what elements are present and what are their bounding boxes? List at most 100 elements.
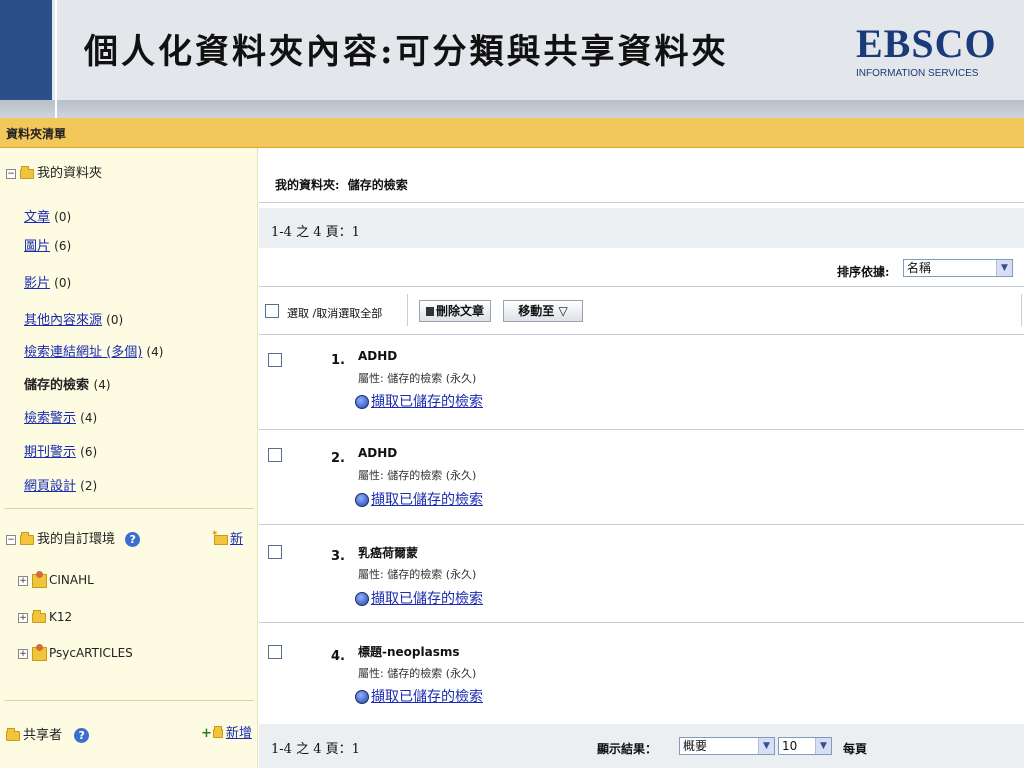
page: 個人化資料夾內容:可分類與共享資料夾 EBSCO INFORMATION SER… [0, 0, 1024, 768]
delete-articles-button[interactable]: 刪除文章 [419, 300, 491, 322]
sidebar-item-label[interactable]: 文章 [24, 210, 50, 225]
new-custom-folder-link[interactable]: 新 [211, 528, 243, 548]
shared-label: 共享者 [23, 728, 63, 743]
sidebar-item-count: (6) [80, 445, 98, 459]
add-shared-label[interactable]: 新增 [226, 726, 252, 741]
sidebar-divider [4, 700, 254, 701]
globe-icon [355, 493, 369, 507]
retrieve-saved-search-link[interactable]: 擷取已儲存的檢索 [355, 686, 483, 706]
add-shared-link[interactable]: + 新增 [201, 722, 252, 741]
globe-icon [355, 592, 369, 606]
sidebar-item-label[interactable]: 其他內容來源 [24, 313, 102, 328]
collapse-toggle-icon[interactable]: − [6, 534, 16, 545]
item-title[interactable]: ADHD [358, 349, 397, 363]
item-attribute: 屬性: 儲存的檢索 (永久) [358, 469, 477, 482]
item-checkbox[interactable] [268, 645, 282, 659]
delete-icon [425, 307, 434, 316]
collapse-toggle-icon[interactable]: − [6, 168, 16, 179]
sort-select[interactable]: 名稱 ▼ [903, 259, 1013, 277]
sidebar-item-label[interactable]: 期刊警示 [24, 445, 76, 460]
breadcrumb: 我的資料夾: 儲存的檢索 [275, 176, 408, 193]
item-number: 1. [331, 353, 345, 368]
tree-node-label: PsycARTICLES [49, 646, 133, 660]
sort-label: 排序依據: [837, 265, 890, 279]
item-number: 3. [331, 549, 345, 564]
folder-list-title: 資料夾清單 [6, 127, 67, 141]
select-all-checkbox[interactable] [265, 304, 279, 318]
accent-block [0, 0, 52, 100]
folder-icon [20, 531, 34, 545]
tree-node-psycarticles[interactable]: + PsycARTICLES [18, 643, 133, 661]
shared-node[interactable]: 共享者 ? [6, 724, 90, 743]
new-folder-icon [211, 529, 228, 545]
help-icon[interactable]: ? [125, 532, 141, 547]
sidebar-item-label: 儲存的檢索 [24, 378, 90, 393]
sidebar-item-images[interactable]: 圖片 (6) [24, 235, 71, 254]
sidebar-item-label[interactable]: 網頁設計 [24, 479, 76, 494]
new-folder-label[interactable]: 新 [230, 532, 243, 547]
retrieve-saved-search-link[interactable]: 擷取已儲存的檢索 [355, 588, 483, 608]
display-results-label: 顯示結果： [597, 742, 658, 756]
sidebar-item-saved-searches[interactable]: 儲存的檢索 (4) [24, 374, 111, 393]
item-number: 2. [331, 451, 345, 466]
slide-title: 個人化資料夾內容:可分類與共享資料夾 [84, 32, 729, 72]
folder-content: 我的資料夾: 儲存的檢索 1-4 之 4 頁：1 排序依據: 名稱 ▼ 選取 /… [259, 148, 1024, 768]
sidebar-item-articles[interactable]: 文章 (0) [24, 206, 71, 225]
display-format-value: 概要 [683, 739, 708, 753]
item-title[interactable]: 乳癌荷爾蒙 [358, 544, 418, 561]
retrieve-saved-search-link[interactable]: 擷取已儲存的檢索 [355, 391, 483, 411]
per-page-select[interactable]: 10 ▼ [778, 737, 832, 755]
sidebar-item-count: (4) [80, 411, 98, 425]
my-folder-label: 我的資料夾 [37, 166, 103, 181]
divider [259, 286, 1024, 287]
folder-icon [32, 609, 46, 623]
dropdown-arrow-icon: ▼ [758, 738, 774, 754]
folder-icon [6, 727, 20, 741]
retrieve-saved-search-link[interactable]: 擷取已儲存的檢索 [355, 489, 483, 509]
expand-toggle-icon[interactable]: + [18, 648, 28, 659]
custom-env-node[interactable]: − 我的自訂環境 ? [6, 528, 141, 547]
item-title[interactable]: ADHD [358, 446, 397, 460]
tree-node-cinahl[interactable]: + CINAHL [18, 570, 94, 588]
toolbar-divider [1021, 294, 1022, 326]
sidebar-item-count: (2) [80, 479, 98, 493]
per-page-label: 每頁 [843, 742, 868, 756]
add-icon: + [201, 726, 212, 741]
expand-toggle-icon[interactable]: + [18, 612, 28, 623]
custom-env-label: 我的自訂環境 [37, 532, 116, 547]
help-icon[interactable]: ? [74, 728, 90, 743]
sidebar-item-journal-alerts[interactable]: 期刊警示 (6) [24, 441, 97, 460]
item-title[interactable]: 標題-neoplasms [358, 643, 460, 660]
tree-node-k12[interactable]: + K12 [18, 609, 73, 624]
sidebar-item-label[interactable]: 檢索連結網址 (多個) [24, 345, 142, 360]
sidebar-item-label[interactable]: 圖片 [24, 239, 50, 254]
tree-node-label: K12 [49, 610, 73, 624]
display-format-select[interactable]: 概要 ▼ [679, 737, 775, 755]
move-to-button[interactable]: 移動至 ▽ [503, 300, 583, 322]
folder-list-bar: 資料夾清單 [0, 118, 1024, 148]
item-checkbox[interactable] [268, 545, 282, 559]
sidebar-item-label[interactable]: 檢索警示 [24, 411, 76, 426]
item-attribute: 屬性: 儲存的檢索 (永久) [358, 568, 477, 581]
select-all-label[interactable]: 選取 /取消選取全部 [287, 305, 382, 321]
sidebar-item-videos[interactable]: 影片 (0) [24, 272, 71, 291]
sidebar-item-count: (0) [54, 276, 72, 290]
sort-select-value: 名稱 [907, 261, 932, 275]
my-folder-node[interactable]: − 我的資料夾 [6, 162, 102, 181]
item-checkbox[interactable] [268, 353, 282, 367]
sidebar-item-label[interactable]: 影片 [24, 276, 50, 291]
folder-icon [20, 165, 34, 179]
divider [259, 622, 1024, 623]
breadcrumb-label: 我的資料夾: [275, 178, 340, 192]
globe-icon [355, 690, 369, 704]
sidebar-item-other-sources[interactable]: 其他內容來源 (0) [24, 309, 123, 328]
item-attribute: 屬性: 儲存的檢索 (永久) [358, 667, 477, 680]
expand-toggle-icon[interactable]: + [18, 575, 28, 586]
item-number: 4. [331, 649, 345, 664]
sidebar-item-search-alerts[interactable]: 檢索警示 (4) [24, 407, 97, 426]
item-checkbox[interactable] [268, 448, 282, 462]
sidebar-item-search-urls[interactable]: 檢索連結網址 (多個) (4) [24, 341, 163, 360]
profile-folder-icon [32, 570, 47, 588]
sidebar-item-web-design[interactable]: 網頁設計 (2) [24, 475, 97, 494]
folder-sidebar: − 我的資料夾 文章 (0) 圖片 (6) 影片 (0) 其他內容來源 (0) 檢… [0, 148, 258, 768]
